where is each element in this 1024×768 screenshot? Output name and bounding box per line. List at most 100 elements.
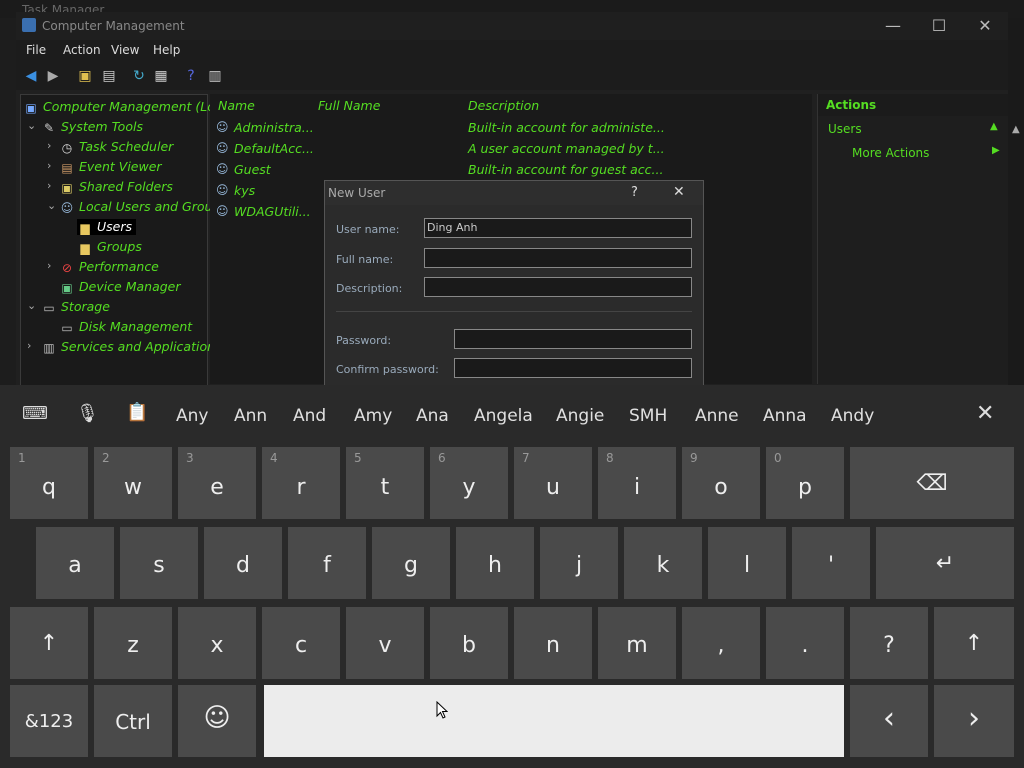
chevron-down-icon[interactable]: ⌄ <box>27 299 36 312</box>
table-row[interactable]: ☺ Administra... Built-in account for adm… <box>216 118 806 138</box>
tree-item-disk-management[interactable]: ▭ Disk Management <box>59 319 192 335</box>
password-field[interactable] <box>454 329 692 349</box>
key-j[interactable]: j <box>540 527 618 599</box>
key-u[interactable]: 7u <box>514 447 592 519</box>
key-a[interactable]: a <box>36 527 114 599</box>
clipboard-icon[interactable]: 📋 <box>126 402 148 423</box>
key-n[interactable]: n <box>514 607 592 679</box>
actions-section-users[interactable]: Users ▲ <box>818 118 1008 140</box>
tree-item-local-users-groups[interactable]: ☺ Local Users and Grou <box>59 199 213 215</box>
more-actions-item[interactable]: More Actions ▶ <box>818 142 1008 164</box>
suggestion[interactable]: Amy <box>354 406 392 426</box>
table-row[interactable]: ☺ Guest Built-in account for guest acc..… <box>216 160 806 180</box>
tree-item-computer-management[interactable]: ▣ Computer Management (Lo <box>23 99 215 115</box>
username-field[interactable]: Ding Anh <box>424 218 692 238</box>
chevron-right-icon[interactable]: › <box>47 159 51 172</box>
forward-arrow-icon[interactable]: ▶ <box>44 67 62 85</box>
shift-key-right[interactable]: ↑ <box>934 607 1014 679</box>
column-header-name[interactable]: Name <box>218 98 255 113</box>
menu-action[interactable]: Action <box>63 43 101 57</box>
chevron-right-icon[interactable]: › <box>27 339 31 352</box>
confirm-password-field[interactable] <box>454 358 692 378</box>
suggestion[interactable]: Andy <box>831 406 874 426</box>
suggestion[interactable]: Anna <box>763 406 807 426</box>
key-q[interactable]: 1q <box>10 447 88 519</box>
tree-item-users[interactable]: ▆ Users <box>77 219 137 235</box>
close-button[interactable]: ✕ <box>962 12 1008 40</box>
key-l[interactable]: l <box>708 527 786 599</box>
key-h[interactable]: h <box>456 527 534 599</box>
tree-item-task-scheduler[interactable]: ◷ Task Scheduler <box>59 139 174 155</box>
key-o[interactable]: 9o <box>682 447 760 519</box>
dialog-help-button[interactable]: ? <box>631 185 638 200</box>
tree-item-performance[interactable]: ⊘ Performance <box>59 259 159 275</box>
key-p[interactable]: 0p <box>766 447 844 519</box>
key-x[interactable]: x <box>178 607 256 679</box>
export-list-icon[interactable]: ▦ <box>152 67 170 85</box>
backspace-key[interactable]: ⌫ <box>850 447 1014 519</box>
tree-item-shared-folders[interactable]: ▣ Shared Folders <box>59 179 173 195</box>
key-z[interactable]: z <box>94 607 172 679</box>
key-w[interactable]: 2w <box>94 447 172 519</box>
show-hide-tree-icon[interactable]: ▤ <box>100 67 118 85</box>
key-comma[interactable]: , <box>682 607 760 679</box>
folder-up-icon[interactable]: ▣ <box>76 67 94 85</box>
collapse-arrow-icon[interactable]: ▲ <box>990 121 998 132</box>
chevron-down-icon[interactable]: ⌄ <box>27 119 36 132</box>
key-v[interactable]: v <box>346 607 424 679</box>
enter-key[interactable]: ↵ <box>876 527 1014 599</box>
space-key[interactable] <box>264 685 844 757</box>
menu-view[interactable]: View <box>111 43 139 57</box>
ctrl-key[interactable]: Ctrl <box>94 685 172 757</box>
key-e[interactable]: 3e <box>178 447 256 519</box>
key-question[interactable]: ? <box>850 607 928 679</box>
properties-icon[interactable]: ▥ <box>206 67 224 85</box>
suggestion[interactable]: Any <box>176 406 208 426</box>
refresh-icon[interactable]: ↻ <box>130 67 148 85</box>
menu-help[interactable]: Help <box>153 43 180 57</box>
tree-item-storage[interactable]: ▭ Storage <box>41 299 110 315</box>
chevron-right-icon[interactable]: › <box>47 259 51 272</box>
keyboard-settings-icon[interactable]: ⌨ <box>22 403 48 424</box>
key-s[interactable]: s <box>120 527 198 599</box>
key-c[interactable]: c <box>262 607 340 679</box>
chevron-right-icon[interactable]: › <box>47 179 51 192</box>
minimize-button[interactable]: — <box>870 12 916 40</box>
fullname-field[interactable] <box>424 248 692 268</box>
key-apostrophe[interactable]: ' <box>792 527 870 599</box>
suggestion[interactable]: Ann <box>234 406 267 426</box>
scroll-up-arrow-icon[interactable]: ▲ <box>1012 124 1020 135</box>
tree-item-device-manager[interactable]: ▣ Device Manager <box>59 279 180 295</box>
symbols-key[interactable]: &123 <box>10 685 88 757</box>
key-k[interactable]: k <box>624 527 702 599</box>
chevron-down-icon[interactable]: ⌄ <box>47 199 56 212</box>
tree-item-system-tools[interactable]: ✎ System Tools <box>41 119 143 135</box>
shift-key-left[interactable]: ↑ <box>10 607 88 679</box>
key-period[interactable]: . <box>766 607 844 679</box>
back-arrow-icon[interactable]: ◀ <box>22 67 40 85</box>
tree-item-services-applications[interactable]: ▥ Services and Applicatior <box>41 339 212 355</box>
left-arrow-key[interactable]: ‹ <box>850 685 928 757</box>
maximize-button[interactable]: ☐ <box>916 12 962 40</box>
key-m[interactable]: m <box>598 607 676 679</box>
tree-item-event-viewer[interactable]: ▤ Event Viewer <box>59 159 161 175</box>
chevron-right-icon[interactable]: › <box>47 139 51 152</box>
table-row[interactable]: ☺ DefaultAcc... A user account managed b… <box>216 139 806 159</box>
emoji-key[interactable]: ☺ <box>178 685 256 757</box>
right-arrow-key[interactable]: › <box>934 685 1014 757</box>
key-g[interactable]: g <box>372 527 450 599</box>
column-header-full-name[interactable]: Full Name <box>318 98 380 113</box>
suggestion[interactable]: Angela <box>474 406 533 426</box>
key-y[interactable]: 6y <box>430 447 508 519</box>
suggestion[interactable]: Anne <box>695 406 739 426</box>
key-b[interactable]: b <box>430 607 508 679</box>
dialog-close-button[interactable]: ✕ <box>673 184 685 200</box>
suggestion[interactable]: SMH <box>629 406 667 426</box>
suggestion[interactable]: Ana <box>416 406 449 426</box>
key-d[interactable]: d <box>204 527 282 599</box>
microphone-icon[interactable]: 🎙 <box>76 403 99 424</box>
help-icon[interactable]: ? <box>182 67 200 85</box>
column-header-description[interactable]: Description <box>468 98 539 113</box>
suggestion[interactable]: And <box>293 406 326 426</box>
menu-file[interactable]: File <box>26 43 46 57</box>
